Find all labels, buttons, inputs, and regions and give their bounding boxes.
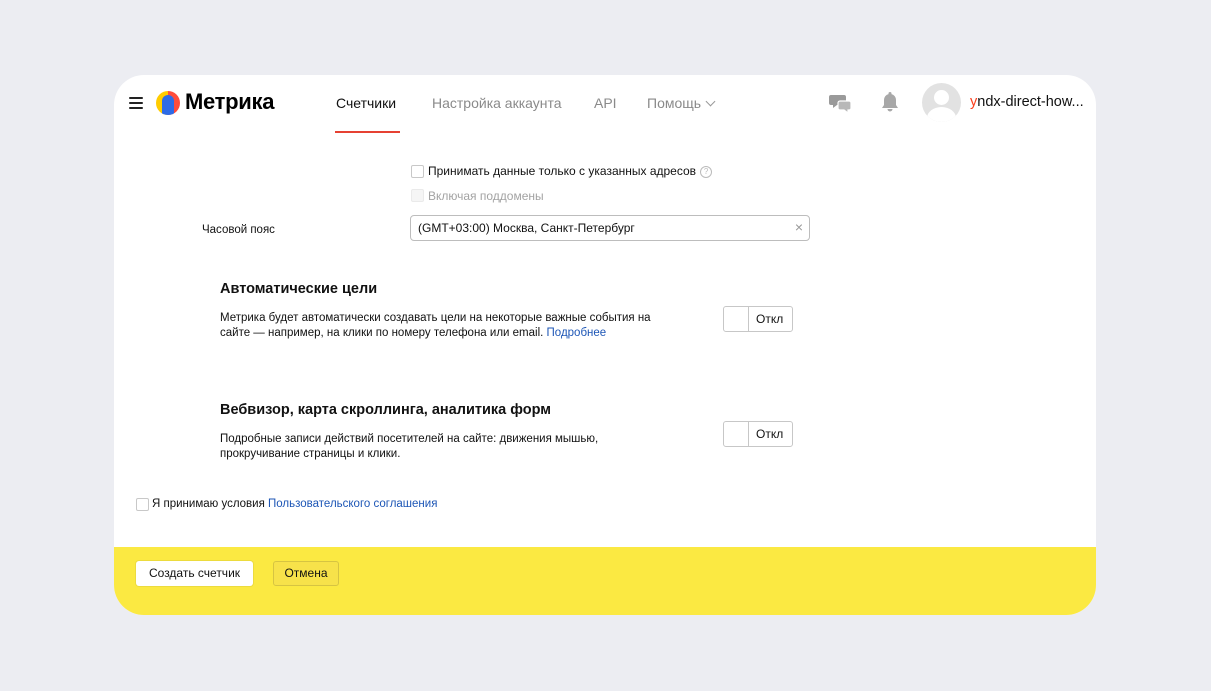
bell-icon[interactable] — [880, 90, 900, 114]
nav-help[interactable]: Помощь — [647, 95, 716, 111]
help-icon[interactable]: ? — [700, 166, 713, 178]
agreement-checkbox[interactable] — [136, 498, 149, 511]
webvisor-toggle[interactable]: Откл — [723, 421, 793, 447]
toggle-state-label: Откл — [756, 427, 784, 441]
toggle-state-label: Откл — [756, 312, 784, 326]
logo-text[interactable]: Метрика — [185, 89, 274, 115]
include-subdomains-checkbox[interactable] — [411, 189, 424, 202]
menu-icon[interactable] — [129, 97, 143, 109]
cancel-button[interactable]: Отмена — [273, 561, 339, 586]
avatar[interactable] — [922, 83, 961, 122]
footer-bar: Создать счетчик Отмена — [114, 547, 1096, 615]
webvisor-description: Подробные записи действий посетителей на… — [220, 433, 599, 460]
include-subdomains-label: Включая поддомены — [428, 189, 544, 203]
accept-only-checkbox[interactable] — [411, 165, 424, 178]
metrika-logo-icon — [156, 91, 180, 115]
nav-help-label: Помощь — [647, 95, 702, 111]
username[interactable]: yndx-direct-how... — [970, 94, 1086, 110]
create-counter-button[interactable]: Создать счетчик — [136, 561, 253, 586]
nav-account-settings[interactable]: Настройка аккаунта — [432, 95, 562, 111]
top-bar: Метрика Счетчики Настройка аккаунта API … — [114, 75, 1096, 135]
timezone-select[interactable]: (GMT+03:00) Москва, Санкт-Петербург × — [410, 215, 810, 241]
auto-goals-toggle[interactable]: Откл — [723, 306, 793, 332]
auto-goals-title: Автоматические цели — [220, 281, 378, 297]
more-info-link[interactable]: Подробнее — [547, 327, 607, 339]
chevron-down-icon — [705, 96, 716, 107]
nav-counters[interactable]: Счетчики — [336, 95, 396, 111]
timezone-value: (GMT+03:00) Москва, Санкт-Петербург — [418, 221, 635, 235]
accept-only-label: Принимать данные только с указанных адре… — [428, 164, 713, 178]
clear-icon[interactable]: × — [795, 219, 803, 235]
main-card: Метрика Счетчики Настройка аккаунта API … — [114, 75, 1096, 615]
toggle-knob — [724, 422, 749, 446]
toggle-knob — [724, 307, 749, 331]
auto-goals-description: Метрика будет автоматически создавать це… — [220, 312, 651, 339]
timezone-label: Часовой пояс — [202, 224, 275, 236]
user-agreement-link[interactable]: Пользовательского соглашения — [268, 498, 437, 510]
active-tab-underline — [335, 131, 400, 133]
agreement-label: Я принимаю условия Пользовательского сог… — [152, 498, 438, 510]
nav-api[interactable]: API — [594, 95, 617, 111]
chat-icon[interactable] — [829, 92, 853, 114]
webvisor-title: Вебвизор, карта скроллинга, аналитика фо… — [220, 402, 551, 418]
